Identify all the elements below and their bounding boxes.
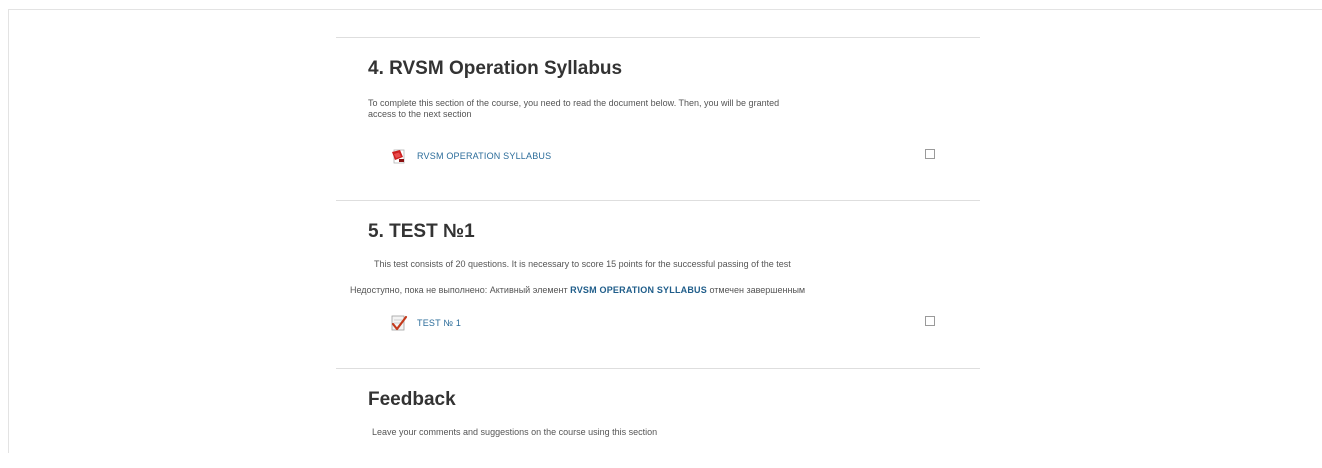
section-summary-line-2: access to the next section — [368, 109, 472, 119]
activity-link-test-1[interactable]: TEST № 1 — [417, 318, 461, 328]
section-title: 4. RVSM Operation Syllabus — [368, 58, 623, 79]
section-title: Feedback — [368, 389, 456, 410]
section-summary-line-1: To complete this section of the course, … — [368, 98, 780, 108]
course-section-test-1: 5. TEST №1 This test consists of 20 ques… — [336, 200, 980, 368]
activity-rvsm-syllabus: RVSM OPERATION SYLLABUS — [390, 147, 950, 165]
course-section-rvsm-syllabus: 4. RVSM Operation Syllabus To complete t… — [336, 37, 980, 200]
section-title: 5. TEST №1 — [368, 221, 475, 242]
course-section-feedback: Feedback Leave your comments and suggest… — [336, 368, 980, 468]
quiz-checkmark-icon — [390, 314, 408, 332]
restriction-prefix: Недоступно, пока не выполнено: Активный … — [350, 285, 568, 295]
restriction-suffix: отмечен завершенным — [709, 285, 806, 295]
section-summary: Leave your comments and suggestions on t… — [372, 427, 658, 437]
section-summary: To complete this section of the course, … — [368, 98, 968, 120]
section-summary: This test consists of 20 questions. It i… — [374, 259, 791, 269]
completion-checkbox[interactable] — [925, 316, 935, 326]
restriction-activity-name[interactable]: RVSM OPERATION SYLLABUS — [570, 285, 707, 295]
pdf-document-icon — [390, 147, 408, 165]
course-content: 4. RVSM Operation Syllabus To complete t… — [336, 37, 980, 468]
activity-test-1: TEST № 1 — [390, 314, 950, 332]
availability-restriction: Недоступно, пока не выполнено: Активный … — [350, 285, 805, 295]
activity-link-rvsm-syllabus[interactable]: RVSM OPERATION SYLLABUS — [417, 151, 551, 161]
completion-checkbox[interactable] — [925, 149, 935, 159]
